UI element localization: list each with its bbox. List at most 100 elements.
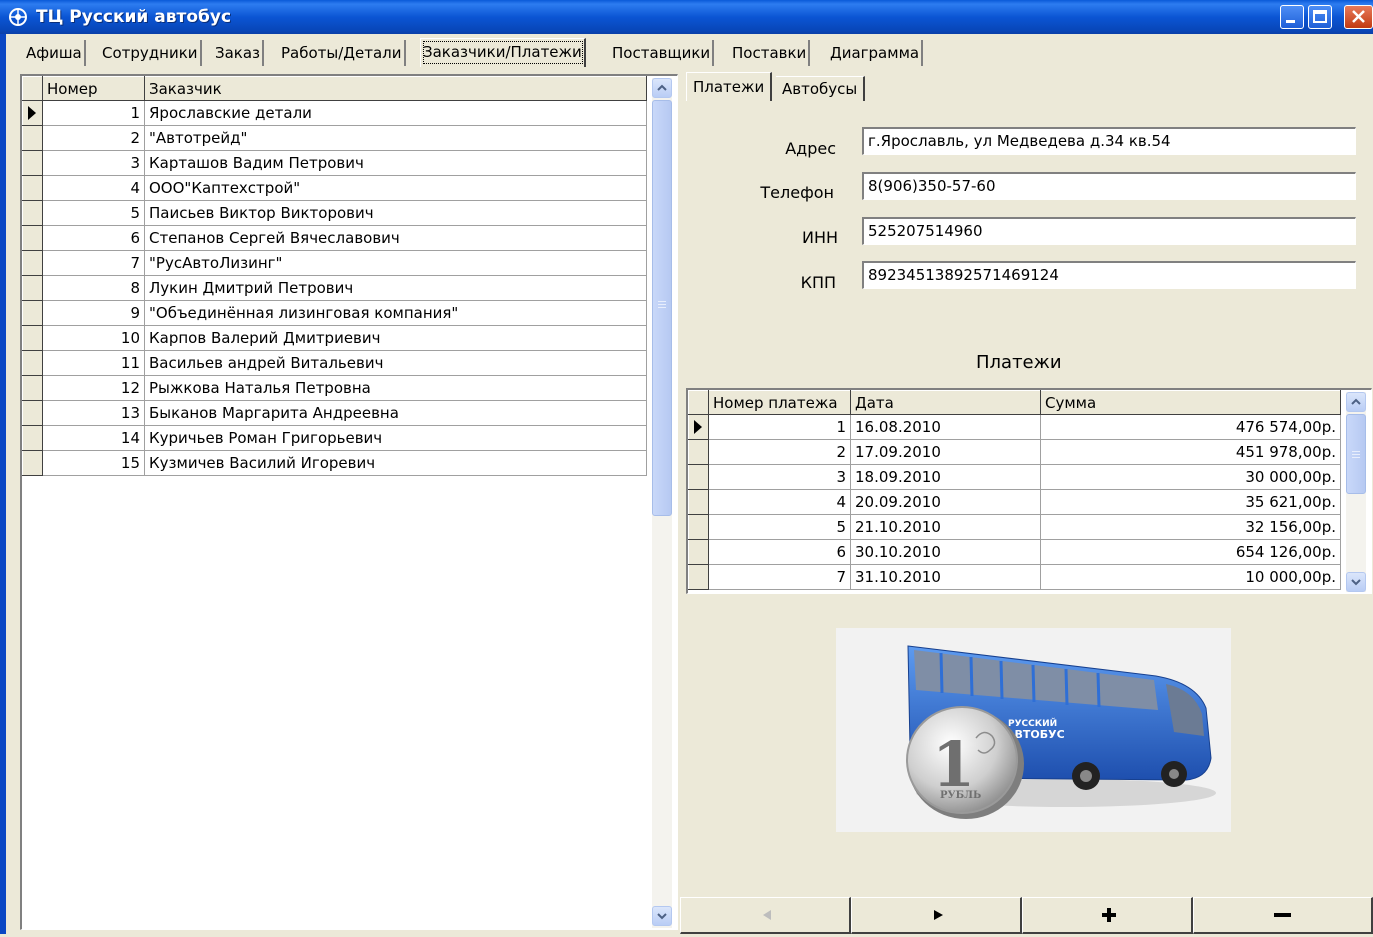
table-row[interactable]: 2 17.09.2010 451 978,00р. bbox=[688, 439, 1341, 465]
tab-deliveries[interactable]: Поставки bbox=[730, 40, 811, 66]
payment-date-cell[interactable]: 16.08.2010 bbox=[850, 414, 1041, 440]
payment-date-cell[interactable]: 21.10.2010 bbox=[850, 514, 1041, 540]
insert-button[interactable] bbox=[1022, 897, 1193, 934]
table-row[interactable]: 7 31.10.2010 10 000,00р. bbox=[688, 564, 1341, 590]
customer-number-cell[interactable]: 12 bbox=[42, 375, 145, 401]
payment-number-cell[interactable]: 1 bbox=[708, 414, 851, 440]
table-row[interactable]: 6 30.10.2010 654 126,00р. bbox=[688, 539, 1341, 565]
tab-order[interactable]: Заказ bbox=[213, 40, 265, 66]
payment-number-cell[interactable]: 2 bbox=[708, 439, 851, 465]
payments-vertical-scrollbar[interactable] bbox=[1346, 392, 1366, 592]
payment-date-cell[interactable]: 18.09.2010 bbox=[850, 464, 1041, 490]
tab-afisha[interactable]: Афиша bbox=[24, 40, 86, 66]
payments-grid[interactable]: Номер платежа Дата Сумма 1 16.08.2010 476 … bbox=[686, 388, 1372, 594]
table-row[interactable]: 5 Паисьев Виктор Викторович bbox=[22, 200, 647, 226]
payment-sum-cell[interactable]: 35 621,00р. bbox=[1040, 489, 1341, 515]
row-indicator[interactable] bbox=[688, 464, 709, 490]
delete-button[interactable] bbox=[1193, 897, 1373, 934]
row-indicator[interactable] bbox=[22, 325, 43, 351]
customer-name-cell[interactable]: Кузмичев Василий Игоревич bbox=[144, 450, 647, 476]
tab-customers-payments[interactable]: Заказчики/Платежи bbox=[420, 38, 586, 67]
payment-number-cell[interactable]: 6 bbox=[708, 539, 851, 565]
address-field[interactable]: г.Ярославль, ул Медведева д.34 кв.54 bbox=[862, 127, 1356, 155]
close-button[interactable] bbox=[1344, 5, 1373, 29]
customer-name-cell[interactable]: Степанов Сергей Вячеславович bbox=[144, 225, 647, 251]
row-indicator[interactable] bbox=[688, 564, 709, 590]
row-indicator[interactable] bbox=[22, 350, 43, 376]
table-row[interactable]: 3 18.09.2010 30 000,00р. bbox=[688, 464, 1341, 490]
payment-sum-cell[interactable]: 30 000,00р. bbox=[1040, 464, 1341, 490]
title-bar[interactable]: ТЦ Русский автобус bbox=[0, 0, 1373, 34]
payment-date-cell[interactable]: 31.10.2010 bbox=[850, 564, 1041, 590]
prior-button[interactable] bbox=[680, 897, 851, 934]
customer-number-cell[interactable]: 14 bbox=[42, 425, 145, 451]
table-row[interactable]: 6 Степанов Сергей Вячеславович bbox=[22, 225, 647, 251]
table-row[interactable]: 11 Васильев андрей Витальевич bbox=[22, 350, 647, 376]
scroll-down-button[interactable] bbox=[652, 906, 672, 926]
customer-name-cell[interactable]: Паисьев Виктор Викторович bbox=[144, 200, 647, 226]
payment-number-cell[interactable]: 4 bbox=[708, 489, 851, 515]
payment-sum-cell[interactable]: 451 978,00р. bbox=[1040, 439, 1341, 465]
customer-number-cell[interactable]: 7 bbox=[42, 250, 145, 276]
customer-number-cell[interactable]: 6 bbox=[42, 225, 145, 251]
customer-number-cell[interactable]: 8 bbox=[42, 275, 145, 301]
tab-employees[interactable]: Сотрудники bbox=[100, 40, 202, 66]
row-indicator[interactable] bbox=[22, 200, 43, 226]
next-button[interactable] bbox=[851, 897, 1022, 934]
customer-name-cell[interactable]: Васильев андрей Витальевич bbox=[144, 350, 647, 376]
row-indicator[interactable] bbox=[22, 100, 43, 126]
payment-date-cell[interactable]: 17.09.2010 bbox=[850, 439, 1041, 465]
row-indicator[interactable] bbox=[22, 300, 43, 326]
row-indicator[interactable] bbox=[22, 450, 43, 476]
table-row[interactable]: 9 "Объединённая лизинговая компания" bbox=[22, 300, 647, 326]
row-indicator[interactable] bbox=[688, 514, 709, 540]
table-row[interactable]: 1 Ярославские детали bbox=[22, 100, 647, 126]
column-header-sum[interactable]: Сумма bbox=[1040, 390, 1341, 415]
row-indicator[interactable] bbox=[22, 250, 43, 276]
table-row[interactable]: 8 Лукин Дмитрий Петрович bbox=[22, 275, 647, 301]
customer-number-cell[interactable]: 10 bbox=[42, 325, 145, 351]
table-row[interactable]: 4 ООО"Каптехстрой" bbox=[22, 175, 647, 201]
payment-sum-cell[interactable]: 32 156,00р. bbox=[1040, 514, 1341, 540]
row-indicator[interactable] bbox=[22, 275, 43, 301]
customer-number-cell[interactable]: 13 bbox=[42, 400, 145, 426]
customer-name-cell[interactable]: Рыжкова Наталья Петровна bbox=[144, 375, 647, 401]
customer-number-cell[interactable]: 5 bbox=[42, 200, 145, 226]
customer-number-cell[interactable]: 2 bbox=[42, 125, 145, 151]
scroll-up-button[interactable] bbox=[1346, 392, 1366, 412]
table-row[interactable]: 15 Кузмичев Василий Игоревич bbox=[22, 450, 647, 476]
customer-name-cell[interactable]: "Автотрейд" bbox=[144, 125, 647, 151]
table-row[interactable]: 2 "Автотрейд" bbox=[22, 125, 647, 151]
tab-suppliers[interactable]: Поставщики bbox=[610, 40, 715, 66]
customer-name-cell[interactable]: Карпов Валерий Дмитриевич bbox=[144, 325, 647, 351]
payment-sum-cell[interactable]: 10 000,00р. bbox=[1040, 564, 1341, 590]
maximize-button[interactable] bbox=[1308, 5, 1332, 29]
customer-number-cell[interactable]: 3 bbox=[42, 150, 145, 176]
tab-works-parts[interactable]: Работы/Детали bbox=[279, 40, 406, 66]
phone-field[interactable]: 8(906)350-57-60 bbox=[862, 172, 1356, 200]
table-row[interactable]: 14 Куричьев Роман Григорьевич bbox=[22, 425, 647, 451]
customer-name-cell[interactable]: Лукин Дмитрий Петрович bbox=[144, 275, 647, 301]
payment-sum-cell[interactable]: 476 574,00р. bbox=[1040, 414, 1341, 440]
customer-name-cell[interactable]: Ярославские детали bbox=[144, 100, 647, 126]
customer-number-cell[interactable]: 4 bbox=[42, 175, 145, 201]
scroll-thumb[interactable] bbox=[1346, 414, 1366, 494]
scroll-thumb[interactable] bbox=[652, 100, 672, 516]
customer-name-cell[interactable]: Куричьев Роман Григорьевич bbox=[144, 425, 647, 451]
customer-number-cell[interactable]: 9 bbox=[42, 300, 145, 326]
row-indicator[interactable] bbox=[688, 439, 709, 465]
customer-number-cell[interactable]: 15 bbox=[42, 450, 145, 476]
scroll-up-button[interactable] bbox=[652, 78, 672, 98]
inn-field[interactable]: 525207514960 bbox=[862, 217, 1356, 245]
table-row[interactable]: 7 "РусАвтоЛизинг" bbox=[22, 250, 647, 276]
row-indicator[interactable] bbox=[22, 425, 43, 451]
column-header-payment-number[interactable]: Номер платежа bbox=[708, 390, 851, 415]
row-indicator[interactable] bbox=[22, 125, 43, 151]
column-header-number[interactable]: Номер bbox=[42, 76, 145, 101]
customers-vertical-scrollbar[interactable] bbox=[652, 78, 672, 928]
table-row[interactable]: 12 Рыжкова Наталья Петровна bbox=[22, 375, 647, 401]
customer-name-cell[interactable]: "Объединённая лизинговая компания" bbox=[144, 300, 647, 326]
table-row[interactable]: 4 20.09.2010 35 621,00р. bbox=[688, 489, 1341, 515]
row-indicator[interactable] bbox=[22, 175, 43, 201]
table-row[interactable]: 3 Карташов Вадим Петрович bbox=[22, 150, 647, 176]
